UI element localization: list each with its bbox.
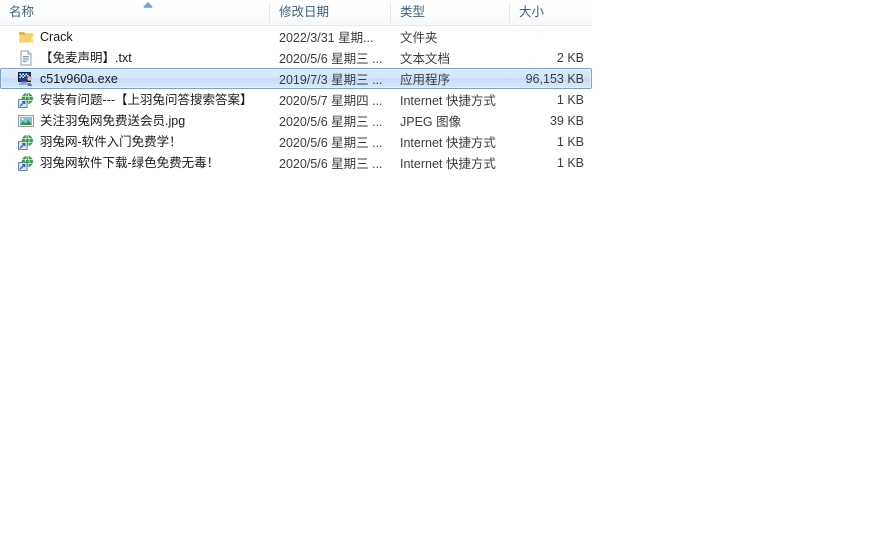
file-date-cell: 2020/5/6 星期三 ...: [279, 115, 383, 129]
file-date-cell: 2020/5/6 星期三 ...: [279, 52, 383, 66]
file-name-cell[interactable]: Crack: [1, 29, 270, 45]
application-setup-icon: [18, 71, 34, 87]
file-size-cell: 2 KB: [556, 50, 584, 65]
table-row[interactable]: 【免麦声明】.txt 2020/5/6 星期三 ... 文本文档 2 KB: [0, 47, 592, 68]
column-header-name[interactable]: 名称: [0, 0, 269, 25]
column-header-size-label: 大小: [519, 5, 545, 19]
internet-shortcut-icon: [18, 134, 34, 150]
internet-shortcut-icon: [18, 92, 34, 108]
sort-ascending-icon: [143, 2, 153, 8]
file-size-cell: 96,153 KB: [525, 71, 584, 86]
file-type-cell: Internet 快捷方式: [400, 157, 496, 171]
column-header-name-label: 名称: [9, 5, 35, 19]
table-row[interactable]: 羽兔网-软件入门免费学！ 2020/5/6 星期三 ... Internet 快…: [0, 131, 592, 152]
file-date-cell: 2022/3/31 星期...: [279, 31, 374, 45]
internet-shortcut-icon: [18, 155, 34, 171]
column-header-date[interactable]: 修改日期: [270, 0, 390, 25]
file-size-cell: 1 KB: [556, 92, 584, 107]
file-date-cell: 2020/5/7 星期四 ...: [279, 94, 383, 108]
file-name-label: 羽兔网-软件入门免费学！: [40, 134, 182, 149]
jpeg-image-icon: [18, 113, 34, 129]
file-type-cell: Internet 快捷方式: [400, 94, 496, 108]
file-name-cell[interactable]: c51v960a.exe: [1, 71, 270, 87]
column-header-type-label: 类型: [400, 5, 426, 19]
file-name-label: Crack: [40, 29, 73, 44]
file-type-cell: JPEG 图像: [400, 115, 462, 129]
file-type-cell: 文件夹: [400, 31, 438, 45]
file-name-cell[interactable]: 【免麦声明】.txt: [1, 50, 270, 66]
file-rows-container: Crack 2022/3/31 星期... 文件夹 【免麦声明】.txt 202…: [0, 26, 592, 173]
column-header-size[interactable]: 大小: [510, 0, 592, 25]
file-size-cell: 39 KB: [549, 113, 584, 128]
table-row[interactable]: 关注羽兔网免费送会员.jpg 2020/5/6 星期三 ... JPEG 图像 …: [0, 110, 592, 131]
file-name-label: 安装有问题---【上羽兔问答搜索答案】: [40, 92, 253, 107]
file-name-cell[interactable]: 关注羽兔网免费送会员.jpg: [1, 113, 270, 129]
column-header-date-label: 修改日期: [279, 5, 330, 19]
file-name-label: c51v960a.exe: [40, 71, 118, 86]
column-header-row: 名称 修改日期 类型 大小: [0, 0, 592, 26]
file-name-label: 【免麦声明】.txt: [40, 50, 132, 65]
column-header-type[interactable]: 类型: [391, 0, 509, 25]
file-type-cell: 文本文档: [400, 52, 451, 66]
file-date-cell: 2020/5/6 星期三 ...: [279, 136, 383, 150]
file-size-cell: 1 KB: [556, 155, 584, 170]
table-row[interactable]: 安装有问题---【上羽兔问答搜索答案】 2020/5/7 星期四 ... Int…: [0, 89, 592, 110]
file-date-cell: 2019/7/3 星期三 ...: [279, 73, 383, 87]
file-date-cell: 2020/5/6 星期三 ...: [279, 157, 383, 171]
file-name-cell[interactable]: 羽兔网-软件入门免费学！: [1, 134, 270, 150]
table-row-selected[interactable]: c51v960a.exe 2019/7/3 星期三 ... 应用程序 96,15…: [0, 68, 592, 89]
file-size-cell: 1 KB: [556, 134, 584, 149]
file-type-cell: Internet 快捷方式: [400, 136, 496, 150]
table-row[interactable]: Crack 2022/3/31 星期... 文件夹: [0, 26, 592, 47]
table-row[interactable]: 羽兔网软件下载-绿色免费无毒！ 2020/5/6 星期三 ... Interne…: [0, 152, 592, 173]
file-name-label: 羽兔网软件下载-绿色免费无毒！: [40, 155, 220, 170]
file-name-cell[interactable]: 羽兔网软件下载-绿色免费无毒！: [1, 155, 270, 171]
file-name-cell[interactable]: 安装有问题---【上羽兔问答搜索答案】: [1, 92, 270, 108]
folder-icon: [18, 29, 34, 45]
text-document-icon: [18, 50, 34, 66]
file-name-label: 关注羽兔网免费送会员.jpg: [40, 113, 186, 128]
file-list-view: 名称 修改日期 类型 大小 Crack 2022/3/31 星期... 文件夹 …: [0, 0, 881, 554]
file-type-cell: 应用程序: [400, 73, 451, 87]
